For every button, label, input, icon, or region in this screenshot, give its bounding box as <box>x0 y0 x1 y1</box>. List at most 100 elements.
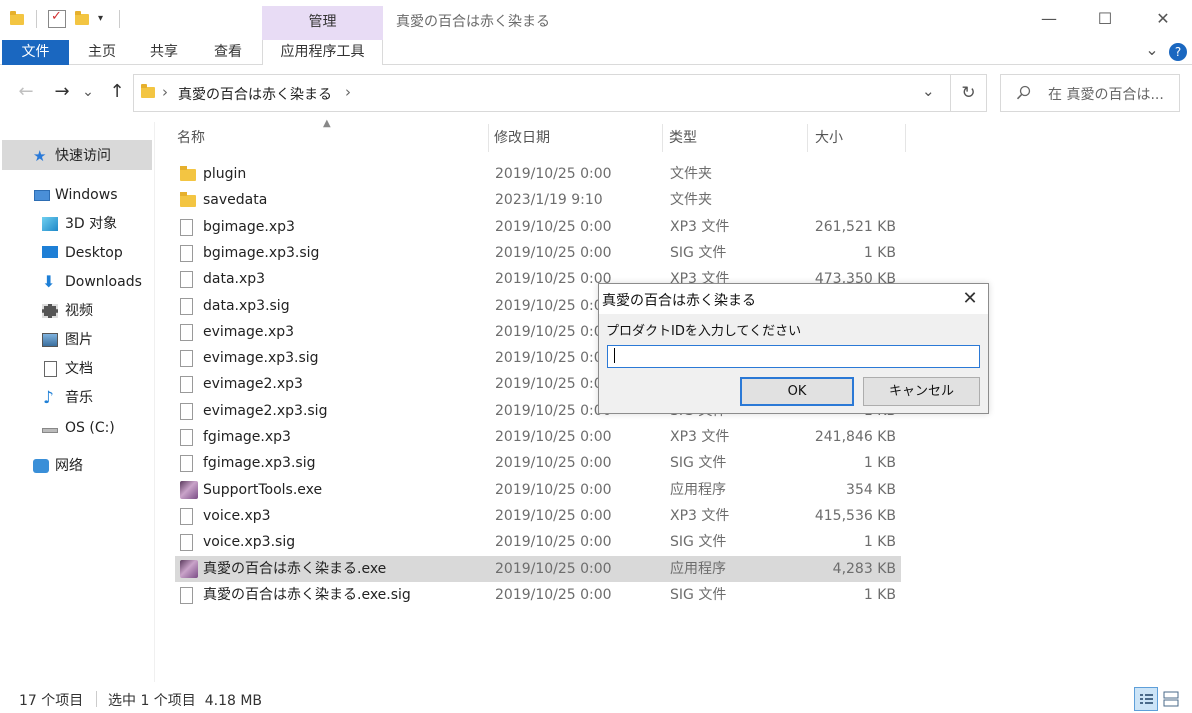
column-divider[interactable] <box>488 124 489 152</box>
folder-icon <box>180 166 196 181</box>
file-type: SIG 文件 <box>670 244 727 261</box>
download-icon: ⬇ <box>42 272 56 291</box>
nav-item-label: 文档 <box>65 361 93 377</box>
table-row[interactable]: 真愛の百合は赤く染まる.exe 2019/10/25 0:00 应用程序 4,283 … <box>175 555 901 582</box>
cube-icon <box>42 217 58 231</box>
cancel-button[interactable]: キャンセル <box>863 377 980 406</box>
nav-item-os-c[interactable]: OS (C:) <box>0 414 152 442</box>
file-date: 2019/10/25 0:00 <box>495 244 612 261</box>
customize-quick-access-icon[interactable]: ▾ <box>98 10 116 28</box>
file-name: evimage.xp3 <box>203 323 295 340</box>
up-button[interactable]: ↑ <box>105 80 129 104</box>
back-button[interactable]: ← <box>14 80 38 104</box>
dialog-close-button[interactable]: ✕ <box>955 286 985 312</box>
nav-item-music[interactable]: ♪ 音乐 <box>0 384 152 412</box>
file-name: evimage2.xp3 <box>203 376 303 393</box>
nav-item-desktop[interactable]: Desktop <box>0 239 152 267</box>
tab-application-tools[interactable]: 应用程序工具 <box>262 40 383 65</box>
column-divider[interactable] <box>807 124 808 152</box>
column-header-type[interactable]: 类型 <box>669 126 697 150</box>
table-row[interactable]: fgimage.xp3 2019/10/25 0:00 XP3 文件 241,846 … <box>175 424 901 450</box>
nav-item-label: Desktop <box>65 245 123 261</box>
divider <box>96 691 97 707</box>
maximize-button[interactable]: ☐ <box>1082 4 1128 34</box>
nav-item-network[interactable]: 网络 <box>0 452 152 480</box>
ribbon-expand-icon[interactable]: ⌄ <box>1142 42 1162 62</box>
ok-button[interactable]: OK <box>740 377 854 406</box>
file-name: voice.xp3.sig <box>203 534 296 551</box>
search-placeholder: 在 真愛の百合は... <box>1048 87 1164 103</box>
properties-icon[interactable]: ✓ <box>48 9 66 28</box>
product-id-input[interactable] <box>607 345 980 368</box>
forward-button[interactable]: → <box>50 80 74 104</box>
large-icons-view-button[interactable] <box>1160 687 1184 711</box>
address-dropdown-icon[interactable]: ⌄ <box>922 82 935 100</box>
file-date: 2019/10/25 0:00 <box>495 455 612 472</box>
file-size: 415,536 KB <box>814 507 896 524</box>
column-header-name[interactable]: 名称 <box>177 126 205 150</box>
product-id-dialog: 真愛の百合は赤く染まる ✕ プロダクトIDを入力してください OK キャンセル <box>598 283 989 414</box>
nav-item-3d-objects[interactable]: 3D 对象 <box>0 210 152 238</box>
file-icon <box>180 507 193 525</box>
nav-item-windows[interactable]: Windows <box>0 181 152 209</box>
recent-locations-button[interactable]: ⌄ <box>80 80 96 104</box>
nav-item-downloads[interactable]: ⬇ Downloads <box>0 268 152 296</box>
picture-icon <box>42 333 58 347</box>
nav-item-label: OS (C:) <box>65 420 115 436</box>
file-name: 真愛の百合は赤く染まる.exe <box>203 560 387 577</box>
table-row[interactable]: fgimage.xp3.sig 2019/10/25 0:00 SIG 文件 1 KB <box>175 450 901 476</box>
table-row[interactable]: SupportTools.exe 2019/10/25 0:00 应用程序 354 K… <box>175 477 901 503</box>
new-folder-icon[interactable] <box>75 10 93 28</box>
nav-item-quick-access[interactable]: ★ 快速访问 <box>0 142 152 170</box>
file-name: fgimage.xp3.sig <box>203 455 316 472</box>
file-icon <box>180 402 193 420</box>
file-name: data.xp3 <box>203 271 266 288</box>
table-row[interactable]: savedata 2023/1/19 9:10 文件夹 <box>175 187 901 213</box>
nav-item-pictures[interactable]: 图片 <box>0 326 152 354</box>
table-row[interactable]: bgimage.xp3.sig 2019/10/25 0:00 SIG 文件 1 KB <box>175 240 901 266</box>
nav-item-label: 快速访问 <box>55 148 111 164</box>
file-name: evimage2.xp3.sig <box>203 402 328 419</box>
column-divider[interactable] <box>905 124 906 152</box>
nav-item-documents[interactable]: 文档 <box>0 355 152 383</box>
column-header-date[interactable]: 修改日期 <box>494 126 550 150</box>
column-divider[interactable] <box>662 124 663 152</box>
help-icon[interactable]: ? <box>1169 43 1187 61</box>
tab-share[interactable]: 共享 <box>140 40 188 65</box>
file-size: 4,283 KB <box>832 560 896 577</box>
tab-file[interactable]: 文件 <box>2 40 69 65</box>
file-date: 2019/10/25 0:00 <box>495 429 612 445</box>
folder-icon <box>180 192 196 208</box>
file-type: XP3 文件 <box>670 218 730 235</box>
breadcrumb[interactable]: 真愛の百合は赤く染まる <box>178 84 332 104</box>
table-row[interactable]: bgimage.xp3 2019/10/25 0:00 XP3 文件 261,521 … <box>175 214 901 240</box>
breadcrumb-separator-icon[interactable]: › <box>162 83 168 101</box>
file-size: 261,521 KB <box>814 218 896 235</box>
explorer-window: ✓ ▾ 管理 真愛の百合は赤く染まる — ☐ ✕ 文件 主页 共享 查看 应用程… <box>0 0 1192 713</box>
search-icon <box>1016 85 1031 100</box>
column-header-size[interactable]: 大小 <box>815 126 843 150</box>
tab-home[interactable]: 主页 <box>78 40 126 65</box>
file-icon <box>180 586 193 604</box>
tab-view[interactable]: 查看 <box>204 40 252 65</box>
details-view-button[interactable] <box>1134 687 1158 711</box>
nav-item-videos[interactable]: 视频 <box>0 297 152 325</box>
file-icon <box>180 323 193 341</box>
minimize-button[interactable]: — <box>1026 4 1072 34</box>
dialog-title: 真愛の百合は赤く染まる <box>602 293 756 309</box>
table-row[interactable]: 真愛の百合は赤く染まる.exe.sig 2019/10/25 0:00 SIG 文件… <box>175 582 901 608</box>
text-caret <box>614 348 615 363</box>
table-row[interactable]: plugin 2019/10/25 0:00 文件夹 <box>175 161 901 187</box>
divider <box>119 10 120 28</box>
close-button[interactable]: ✕ <box>1140 4 1186 34</box>
file-date: 2019/10/25 0:00 <box>495 297 612 314</box>
table-row[interactable]: voice.xp3.sig 2019/10/25 0:00 SIG 文件 1 KB <box>175 529 901 555</box>
refresh-button[interactable]: ↻ <box>950 74 987 112</box>
file-name: 真愛の百合は赤く染まる.exe.sig <box>203 586 411 603</box>
file-date: 2019/10/25 0:00 <box>495 560 612 577</box>
details-view-icon <box>1140 694 1153 704</box>
table-row[interactable]: voice.xp3 2019/10/25 0:00 XP3 文件 415,536 KB <box>175 503 901 529</box>
file-name: fgimage.xp3 <box>203 429 291 445</box>
file-size: 1 KB <box>863 534 896 551</box>
breadcrumb-separator-icon[interactable]: › <box>345 83 351 101</box>
